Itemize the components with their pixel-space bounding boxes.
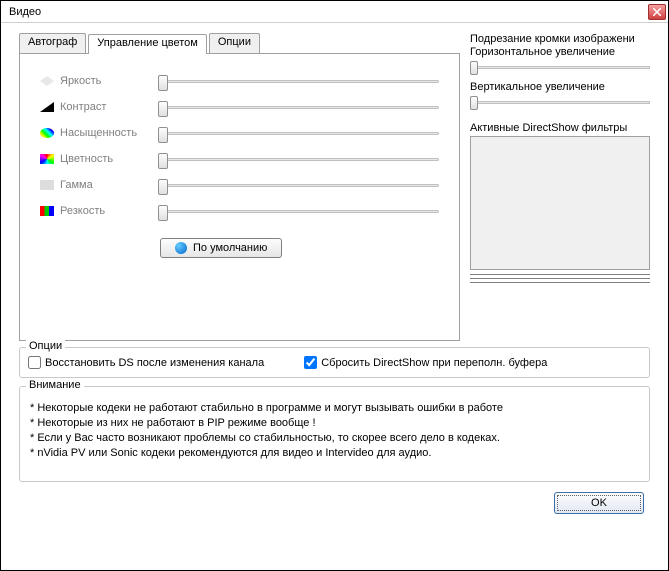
filters-listbox[interactable] [470, 136, 650, 270]
filters-label: Активные DirectShow фильтры [470, 122, 650, 134]
default-button-label: По умолчанию [193, 242, 267, 254]
gamma-row: Гамма [40, 172, 439, 198]
hue-label: Цветность [60, 153, 158, 165]
brightness-label: Яркость [60, 75, 158, 87]
hue-thumb[interactable] [158, 153, 168, 169]
sharpness-label: Резкость [60, 205, 158, 217]
hue-icon [40, 154, 54, 164]
gamma-icon [40, 180, 54, 190]
options-legend: Опции [26, 340, 65, 352]
vzoom-thumb[interactable] [470, 96, 478, 110]
vzoom-slider[interactable] [470, 94, 650, 110]
contrast-label: Контраст [60, 101, 158, 113]
hue-slider[interactable] [158, 149, 439, 169]
tab-color-control[interactable]: Управление цветом [88, 34, 207, 54]
tab-options[interactable]: Опции [209, 33, 260, 53]
reset-ds-label: Сбросить DirectShow при переполн. буфера [321, 357, 547, 369]
reset-ds-checkbox[interactable]: Сбросить DirectShow при переполн. буфера [304, 356, 547, 369]
saturation-label: Насыщенность [60, 127, 158, 139]
warning-line-3: * Если у Вас часто возникают проблемы со… [30, 431, 639, 446]
contrast-row: Контраст [40, 94, 439, 120]
contrast-slider[interactable] [158, 97, 439, 117]
hue-row: Цветность [40, 146, 439, 172]
default-button[interactable]: По умолчанию [160, 238, 282, 258]
gamma-thumb[interactable] [158, 179, 168, 195]
warning-line-4: * nVidia PV или Sonic кодеки рекомендуют… [30, 446, 639, 461]
crop-label: Подрезание кромки изображени [470, 33, 650, 45]
sharpness-row: Резкость [40, 198, 439, 224]
saturation-slider[interactable] [158, 123, 439, 143]
reset-ds-input[interactable] [304, 356, 317, 369]
saturation-icon [40, 128, 54, 138]
options-group: Опции Восстановить DS после изменения ка… [19, 347, 650, 378]
tab-autograph[interactable]: Автограф [19, 33, 86, 53]
hzoom-thumb[interactable] [470, 61, 478, 75]
brightness-slider[interactable] [158, 71, 439, 91]
warning-group: Внимание * Некоторые кодеки не работают … [19, 386, 650, 482]
resize-grip [470, 274, 650, 285]
brightness-thumb[interactable] [158, 75, 168, 91]
ok-button[interactable]: OK [554, 492, 644, 514]
vzoom-label: Вертикальное увеличение [470, 81, 650, 93]
warning-line-2: * Некоторые из них не работают в PIP реж… [30, 416, 639, 431]
restore-ds-label: Восстановить DS после изменения канала [45, 357, 264, 369]
window-title: Видео [9, 6, 648, 18]
restore-ds-checkbox[interactable]: Восстановить DS после изменения канала [28, 356, 264, 369]
gamma-slider[interactable] [158, 175, 439, 195]
hzoom-slider[interactable] [470, 59, 650, 75]
sharpness-slider[interactable] [158, 201, 439, 221]
brightness-row: Яркость [40, 68, 439, 94]
default-icon [175, 242, 187, 254]
video-settings-window: Видео Автограф Управление цветом Опции Я… [0, 0, 669, 571]
contrast-thumb[interactable] [158, 101, 168, 117]
content-area: Автограф Управление цветом Опции Яркость… [1, 23, 668, 570]
saturation-row: Насыщенность [40, 120, 439, 146]
contrast-icon [40, 102, 54, 112]
sharpness-icon [40, 206, 54, 216]
gamma-label: Гамма [60, 179, 158, 191]
sharpness-thumb[interactable] [158, 205, 168, 221]
saturation-thumb[interactable] [158, 127, 168, 143]
tab-body: Яркость Контраст Насыщенность [19, 53, 460, 341]
tabs-header: Автограф Управление цветом Опции [19, 33, 460, 53]
brightness-icon [40, 76, 54, 86]
titlebar: Видео [1, 1, 668, 23]
warning-legend: Внимание [26, 379, 84, 391]
close-button[interactable] [648, 4, 666, 20]
hzoom-label: Горизонтальное увеличение [470, 46, 650, 58]
warning-line-1: * Некоторые кодеки не работают стабильно… [30, 401, 639, 416]
right-panel: Подрезание кромки изображени Горизонталь… [470, 33, 650, 341]
restore-ds-input[interactable] [28, 356, 41, 369]
